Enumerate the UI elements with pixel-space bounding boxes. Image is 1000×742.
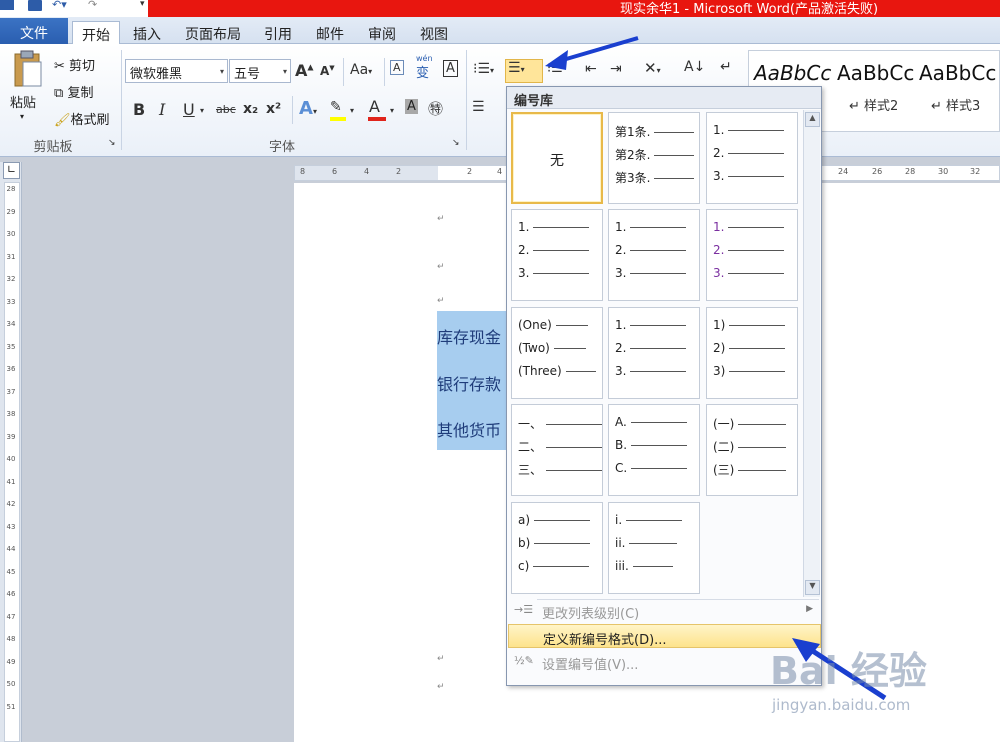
annotation-arrowhead-top (545, 50, 568, 70)
annotation-arrow-top (555, 36, 639, 64)
watermark-brand: Bai 经验 (770, 649, 927, 693)
baidu-watermark: Bai 经验 jingyan.baidu.com (770, 640, 1000, 740)
annotation-arrows (545, 36, 887, 701)
watermark-url: jingyan.baidu.com (772, 696, 911, 714)
